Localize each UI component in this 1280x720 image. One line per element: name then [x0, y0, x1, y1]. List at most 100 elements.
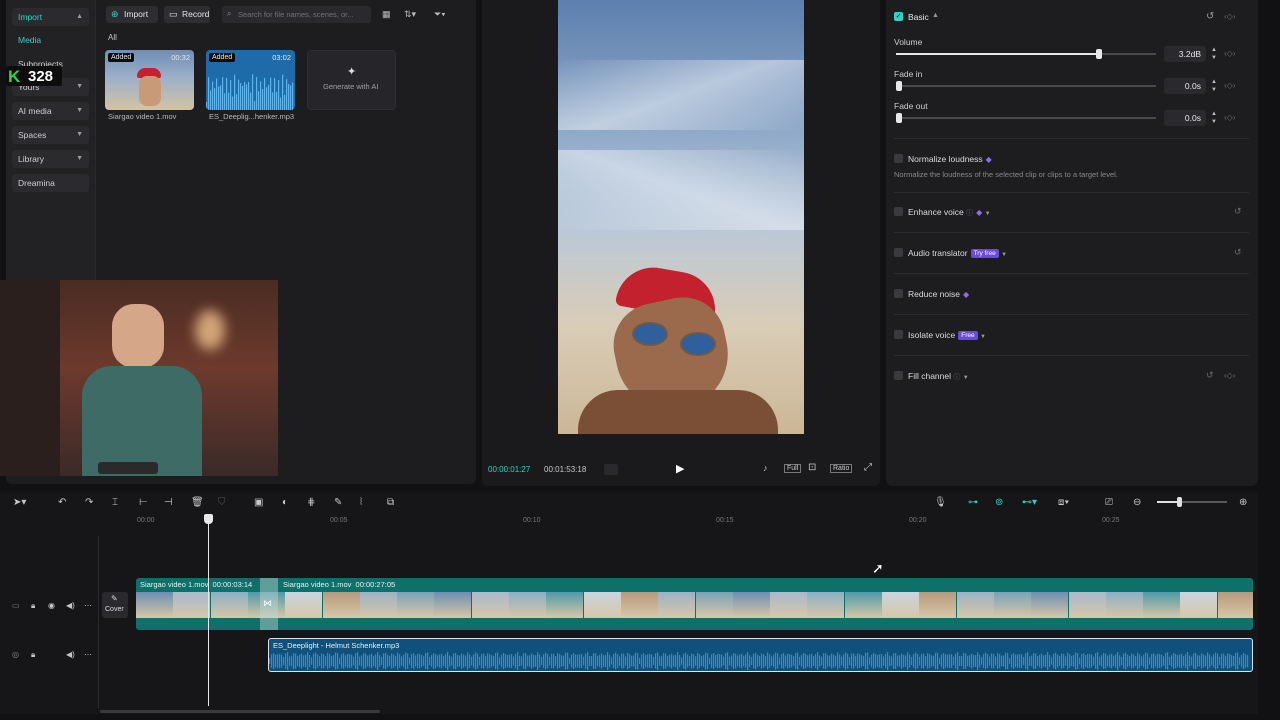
more-icon[interactable]: ⋯ [84, 601, 92, 610]
playhead[interactable] [204, 514, 213, 706]
sort-icon[interactable]: ⇅▾ [404, 9, 416, 20]
fade-in-slider[interactable] [896, 81, 1156, 91]
enhance-voice-option[interactable]: Enhance voice ⓘ ◆ ▼ [908, 207, 991, 218]
time-ruler[interactable]: 00:00 00:05 00:10 00:15 00:20 00:25 [0, 492, 1258, 532]
filmstrip-frame [620, 592, 658, 618]
grid-view-icon[interactable]: ▦ [382, 9, 391, 20]
audio-track[interactable]: ES_Deeplight - Helmut Schenker.mp3 [268, 638, 1253, 672]
nav-import[interactable]: Import ▲ [12, 8, 89, 26]
transition-marker[interactable]: ⋈ [260, 578, 278, 630]
reduce-noise-checkbox[interactable] [894, 289, 903, 298]
full-quality-button[interactable]: Full [784, 464, 802, 473]
chevron-down-icon[interactable]: ▼ [1001, 252, 1007, 258]
isolate-voice-checkbox[interactable] [894, 330, 903, 339]
divider [894, 232, 1249, 233]
chevron-down-icon[interactable]: ▼ [980, 334, 986, 340]
nav-media[interactable]: Media [18, 35, 41, 45]
keyframe-icon[interactable]: ‹◇› [1224, 12, 1235, 21]
lock-icon[interactable]: 🔒︎ [31, 650, 35, 660]
audio-track-icon[interactable]: ◎ [12, 650, 19, 659]
reduce-noise-option[interactable]: Reduce noise ◆ [908, 289, 969, 299]
fill-channel-checkbox[interactable] [894, 371, 903, 380]
playhead-handle[interactable] [204, 514, 213, 524]
snapshot-icon[interactable]: ⊡ [808, 462, 816, 473]
volume-slider-handle[interactable] [1095, 49, 1102, 59]
fill-channel-label: Fill channel [908, 371, 951, 381]
fade-in-slider-handle[interactable] [896, 81, 902, 91]
record-button[interactable]: ▭ Record [164, 6, 210, 23]
chevron-up-icon[interactable]: ▲ [932, 12, 939, 19]
fade-out-stepper[interactable]: ▲ ▼ [1210, 110, 1218, 126]
info-icon: ⓘ [953, 374, 961, 381]
keyframe-icon[interactable]: ‹◇› [1224, 49, 1235, 58]
normalize-option[interactable]: Normalize loudness ◆ [908, 154, 992, 164]
import-button[interactable]: ⊕ Import [106, 6, 158, 23]
audio-translator-checkbox[interactable] [894, 248, 903, 257]
play-icon[interactable]: ▶ [676, 462, 684, 475]
current-time: 00:00:01:27 [488, 465, 531, 474]
isolate-voice-option[interactable]: Isolate voice Free ▼ [908, 330, 986, 340]
reset-icon[interactable]: ↺ [1234, 247, 1242, 258]
basic-checkbox[interactable]: ✓ [894, 12, 903, 21]
filter-icon[interactable]: ⏷▾ [434, 9, 446, 20]
video-preview[interactable] [558, 0, 804, 434]
filmstrip-frame [956, 592, 994, 618]
keyframe-icon[interactable]: ‹◇› [1224, 81, 1235, 90]
nav-library[interactable]: Library ▼ [12, 150, 89, 168]
waveform-icon [206, 74, 294, 110]
fade-out-slider[interactable] [896, 113, 1156, 123]
more-icon[interactable]: ⋯ [84, 650, 92, 659]
timeline-scrollbar[interactable] [100, 710, 380, 713]
fade-out-value[interactable]: 0.0s [1164, 110, 1206, 126]
volume-value[interactable]: 3.2dB [1164, 46, 1206, 62]
fill-channel-option[interactable]: Fill channel ⓘ ▼ [908, 371, 969, 382]
volume-slider[interactable] [896, 49, 1156, 59]
reset-icon[interactable]: ↺ [1206, 370, 1214, 381]
basic-section-title[interactable]: Basic [908, 12, 929, 22]
speaker-icon[interactable]: ◀) [66, 650, 75, 659]
keyframe-icon[interactable]: ‹◇› [1224, 371, 1235, 380]
volume-stepper[interactable]: ▲ ▼ [1210, 46, 1218, 62]
pencil-icon: ✎ [111, 594, 118, 603]
nav-spaces[interactable]: Spaces ▼ [12, 126, 89, 144]
chevron-down-icon[interactable]: ▼ [985, 211, 991, 217]
cover-button[interactable]: ✎ Cover [102, 592, 128, 618]
transition-icon: ⋈ [263, 598, 272, 608]
fade-in-stepper[interactable]: ▲ ▼ [1210, 78, 1218, 94]
video-track[interactable]: Siargao video 1.mov 00:00:03:14 Siargao … [136, 578, 1253, 630]
generate-ai-tile[interactable]: ✦ Generate with AI [307, 50, 396, 110]
filmstrip-frame [509, 592, 546, 618]
track-cover-icon[interactable]: ▭ [12, 601, 20, 610]
eye-icon[interactable]: ◉ [48, 601, 55, 610]
media-filter-all[interactable]: All [108, 33, 117, 42]
filmstrip-frame [1105, 592, 1143, 618]
tick-label: 00:10 [523, 517, 541, 524]
filmstrip-frame [807, 592, 845, 618]
shoulders [578, 390, 778, 434]
normalize-checkbox[interactable] [894, 154, 903, 163]
media-search[interactable]: ⌕ [222, 6, 371, 23]
lock-icon[interactable]: 🔒︎ [31, 601, 35, 611]
timecode-toggle[interactable] [604, 464, 618, 475]
webcam-wall-dark [0, 280, 60, 476]
nav-ai-media[interactable]: AI media ▼ [12, 102, 89, 120]
tiktok-icon[interactable]: ♪ [763, 463, 768, 473]
nav-dreamina[interactable]: Dreamina [12, 174, 89, 192]
fullscreen-icon[interactable]: ⤢ [864, 462, 872, 473]
filmstrip-frame [732, 592, 770, 618]
reset-icon[interactable]: ↺ [1206, 11, 1214, 22]
sunglass-right [680, 332, 716, 356]
keyframe-icon[interactable]: ‹◇› [1224, 113, 1235, 122]
fade-in-value[interactable]: 0.0s [1164, 78, 1206, 94]
ratio-button[interactable]: Ratio [830, 464, 853, 473]
enhance-voice-checkbox[interactable] [894, 207, 903, 216]
clip1-title: Siargao video 1.mov 00:00:03:14 [140, 580, 252, 589]
reset-icon[interactable]: ↺ [1234, 206, 1242, 217]
media-thumb-video[interactable]: Added 00:32 [105, 50, 194, 110]
chevron-down-icon[interactable]: ▼ [963, 375, 969, 381]
media-thumb-audio[interactable]: Added 03:02 [206, 50, 295, 110]
audio-translator-option[interactable]: Audio translator Try free ▼ [908, 248, 1007, 258]
speaker-icon[interactable]: ◀) [66, 601, 75, 610]
search-input[interactable] [238, 6, 368, 23]
fade-out-slider-handle[interactable] [896, 113, 902, 123]
